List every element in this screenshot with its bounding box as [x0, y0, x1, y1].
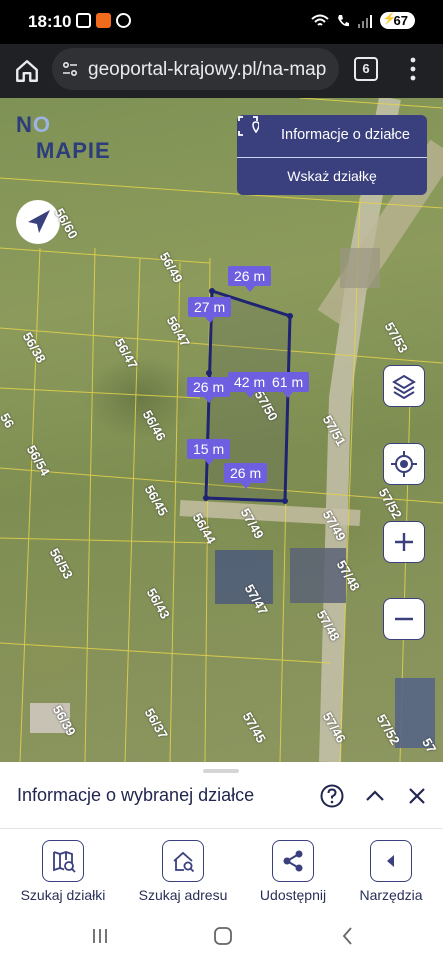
share-button[interactable]: Udostępnij	[238, 840, 348, 903]
system-nav-bar	[0, 912, 443, 960]
tool-label: Szukaj działki	[20, 887, 106, 903]
sheet-drag-handle[interactable]	[203, 769, 239, 773]
site-settings-icon[interactable]	[62, 61, 78, 77]
call-icon	[337, 14, 349, 26]
navigation-arrow-icon	[28, 210, 50, 233]
map-search-icon	[53, 851, 76, 873]
zoom-out-button[interactable]	[383, 598, 425, 640]
home-search-icon	[173, 851, 195, 873]
recent-apps-icon[interactable]	[88, 924, 112, 948]
dimension-label: 26 m	[224, 463, 268, 489]
notification-icons	[76, 13, 131, 28]
select-parcel-button[interactable]: Wskaż działkę	[237, 159, 427, 195]
home-icon[interactable]	[14, 58, 40, 84]
parcel-info-panel: Informacje o działce Wskaż działkę	[237, 115, 427, 195]
navigation-button[interactable]	[16, 200, 60, 244]
signal-icon	[357, 14, 372, 28]
dimension-label: 42 m	[228, 372, 272, 398]
map-overlay	[0, 98, 443, 762]
close-icon[interactable]	[404, 783, 430, 809]
tools-arrow-icon	[387, 855, 394, 867]
browser-toolbar: geoportal-krajowy.pl/na-map 6	[0, 44, 443, 98]
home-nav-icon[interactable]	[211, 924, 235, 948]
tool-label: Udostępnij	[259, 887, 327, 903]
sheet-title: Informacje o wybranej działce	[17, 785, 255, 805]
tools-button[interactable]: Narzędzia	[336, 840, 443, 903]
search-parcel-button[interactable]: Szukaj działki	[8, 840, 118, 903]
url-text: geoportal-krajowy.pl/na-map	[88, 59, 327, 80]
parcel-select-icon	[238, 116, 259, 136]
map-view[interactable]: NO MAPIE Informacje o działce Wskaż dział…	[0, 98, 443, 762]
more-menu-icon[interactable]	[409, 56, 417, 82]
battery-indicator: 67	[379, 12, 415, 29]
dimension-label: 26 m	[187, 377, 231, 403]
status-bar: 18:10 67	[0, 0, 443, 44]
layers-icon	[392, 374, 416, 400]
tool-label: Narzędzia	[359, 887, 423, 903]
dimension-label: 15 m	[187, 439, 231, 465]
parcel-info-label: Informacje o działce	[281, 127, 410, 143]
layers-button[interactable]	[383, 365, 425, 407]
dimension-label: 26 m	[228, 266, 272, 292]
divider	[0, 828, 443, 829]
dimension-label: 27 m	[188, 297, 232, 323]
address-bar[interactable]: geoportal-krajowy.pl/na-map	[52, 48, 339, 90]
status-indicators: 67	[310, 12, 415, 29]
my-location-button[interactable]	[383, 443, 425, 485]
tool-label: Szukaj adresu	[138, 887, 228, 903]
nomapie-logo: NO MAPIE	[16, 112, 111, 163]
chevron-up-icon[interactable]	[362, 783, 388, 809]
dimension-label: 61 m	[266, 372, 310, 398]
status-time: 18:10	[28, 12, 72, 31]
crosshair-icon	[391, 451, 417, 477]
chat-icon	[116, 13, 131, 28]
wifi-icon	[310, 14, 329, 26]
minus-icon	[395, 617, 413, 621]
share-icon	[283, 850, 303, 872]
search-address-button[interactable]: Szukaj adresu	[128, 840, 238, 903]
parcel-info-button[interactable]: Informacje o działce	[237, 115, 427, 158]
back-icon[interactable]	[336, 924, 360, 948]
help-icon[interactable]	[319, 783, 345, 809]
zoom-in-button[interactable]	[383, 521, 425, 563]
plus-icon	[395, 533, 413, 551]
tab-switcher-button[interactable]: 6	[354, 57, 378, 81]
app-notification-icon	[96, 13, 111, 28]
screenshot-icon	[76, 13, 91, 28]
